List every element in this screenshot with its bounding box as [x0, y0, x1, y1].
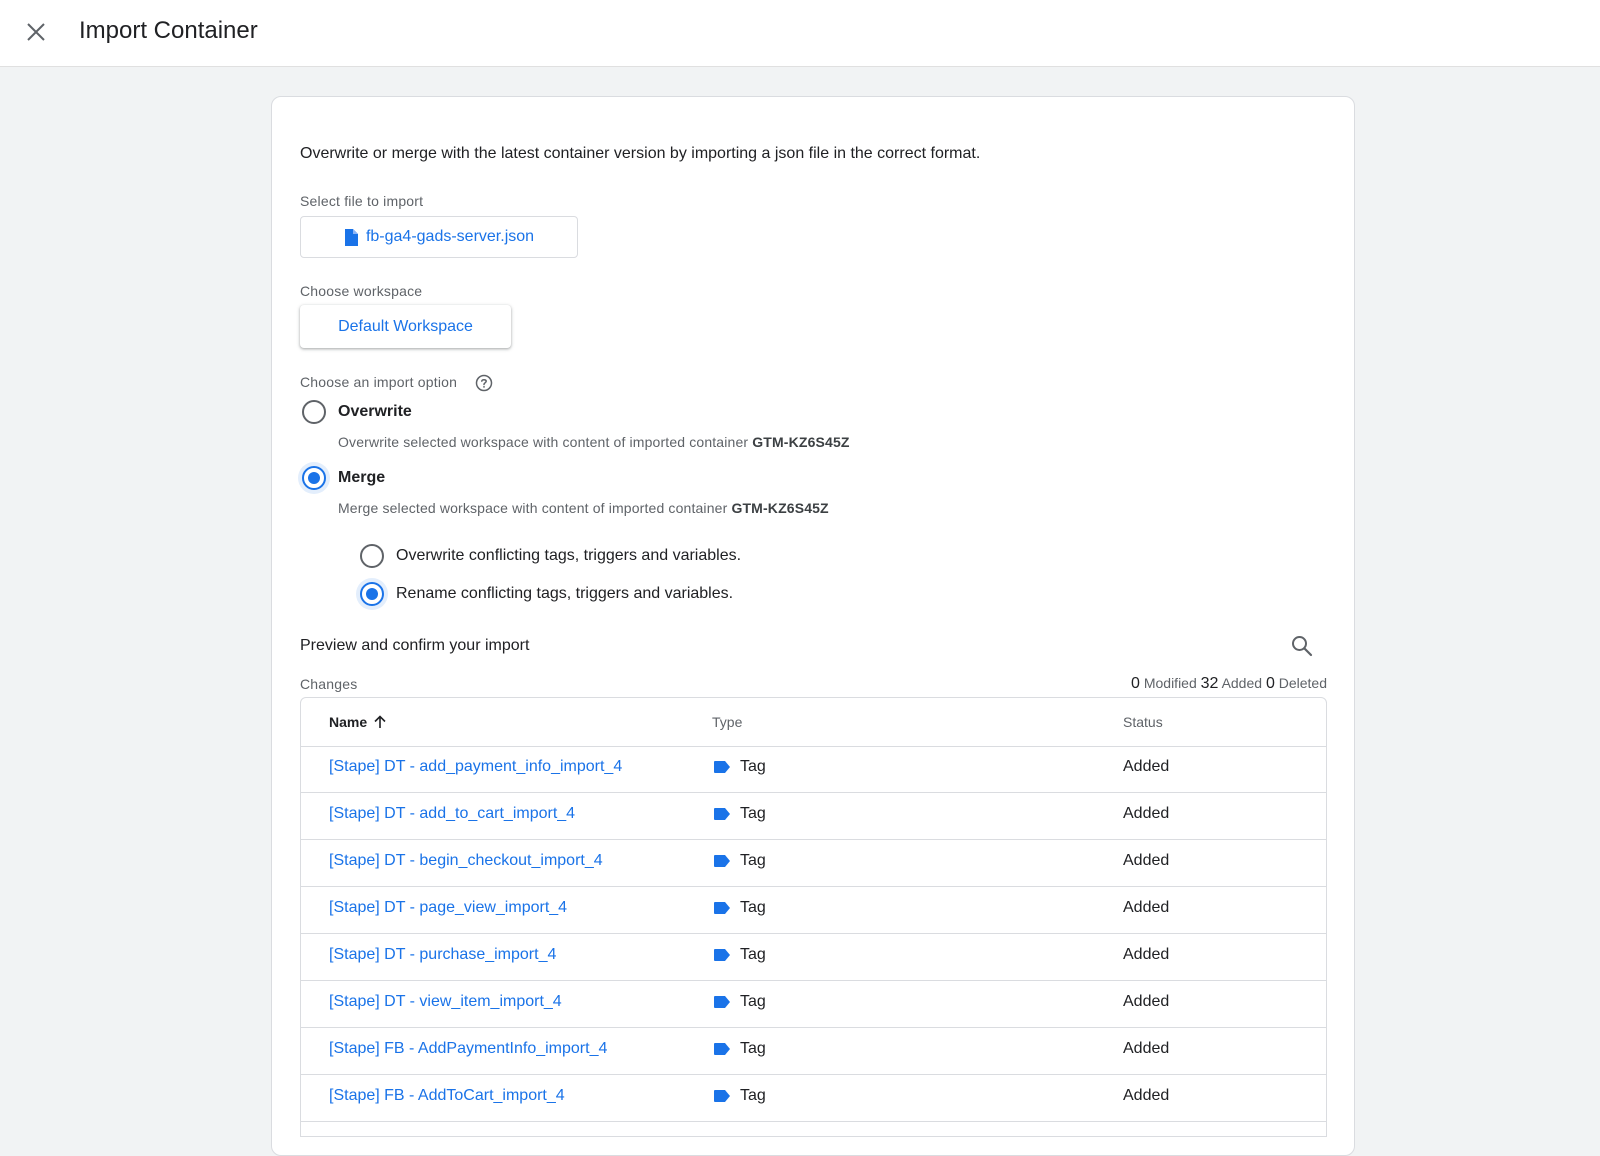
row-type-label: Tag [740, 946, 766, 963]
file-icon [344, 228, 358, 246]
tag-icon [714, 761, 730, 773]
row-name-link[interactable]: [Stape] DT - purchase_import_4 [329, 946, 556, 964]
select-file-button[interactable]: fb-ga4-gads-server.json [300, 216, 578, 258]
row-type-label: Tag [740, 993, 766, 1010]
close-icon [27, 23, 45, 41]
overwrite-radio[interactable] [302, 400, 326, 424]
file-name: fb-ga4-gads-server.json [365, 228, 535, 245]
merge-desc-text: Merge selected workspace with content of… [338, 500, 728, 516]
column-header-type: Type [712, 714, 743, 730]
row-status: Added [1123, 1040, 1170, 1057]
row-name-link[interactable]: [Stape] DT - add_payment_info_import_4 [329, 758, 622, 776]
table-row[interactable]: [Stape] DT - purchase_import_4 Tag Added [301, 934, 1326, 981]
row-status: Added [1123, 758, 1170, 775]
workspace-label: Choose workspace [300, 283, 423, 299]
row-type: Tag [714, 1087, 766, 1105]
changes-label: Changes [300, 676, 358, 692]
row-type-label: Tag [740, 758, 766, 775]
table-row[interactable]: [Stape] DT - add_to_cart_import_4 Tag Ad… [301, 793, 1326, 840]
row-status: Added [1123, 805, 1170, 822]
page-title: Import Container [79, 17, 258, 44]
modified-label: Modified [1143, 675, 1197, 691]
row-status: Added [1123, 946, 1170, 963]
tag-icon [714, 902, 730, 914]
overwrite-desc-text: Overwrite selected workspace with conten… [338, 434, 749, 450]
row-status: Added [1123, 899, 1170, 916]
rename-conflicting-radio[interactable] [360, 582, 384, 606]
top-bar: Import Container [0, 0, 1600, 67]
row-name-link[interactable]: [Stape] DT - add_to_cart_import_4 [329, 805, 575, 823]
row-type-label: Tag [740, 805, 766, 822]
arrow-up-icon [374, 715, 386, 728]
intro-text: Overwrite or merge with the latest conta… [300, 145, 981, 162]
modified-count: 0 [1131, 675, 1140, 692]
table-header: Name Type Status [301, 698, 1326, 747]
table-row[interactable]: [Stape] DT - page_view_import_4 Tag Adde… [301, 887, 1326, 934]
row-status: Added [1123, 1087, 1170, 1104]
merge-option-desc: Merge selected workspace with content of… [338, 500, 829, 516]
tag-icon [714, 996, 730, 1008]
workspace-button[interactable]: Default Workspace [300, 305, 511, 348]
tag-icon [714, 855, 730, 867]
row-type: Tag [714, 852, 766, 870]
column-header-status: Status [1123, 714, 1163, 730]
help-icon[interactable] [475, 374, 493, 392]
row-type: Tag [714, 946, 766, 964]
file-label: Select file to import [300, 193, 424, 209]
import-option-label: Choose an import option [300, 374, 458, 390]
row-status: Added [1123, 852, 1170, 869]
rename-conflicting-label: Rename conflicting tags, triggers and va… [396, 585, 734, 602]
row-name-link[interactable]: [Stape] DT - page_view_import_4 [329, 899, 567, 917]
added-count: 32 [1200, 675, 1219, 692]
close-button[interactable] [20, 16, 52, 48]
table-row[interactable]: [Stape] FB - AddPaymentInfo_import_4 Tag… [301, 1028, 1326, 1075]
merge-radio[interactable] [302, 466, 326, 490]
row-status: Added [1123, 993, 1170, 1010]
row-type-label: Tag [740, 899, 766, 916]
deleted-label: Deleted [1278, 675, 1327, 691]
table-row[interactable]: [Stape] FB - AddToCart_import_4 Tag Adde… [301, 1075, 1326, 1122]
row-type: Tag [714, 993, 766, 1011]
preview-title: Preview and confirm your import [300, 637, 530, 654]
table-row[interactable]: [Stape] DT - add_payment_info_import_4 T… [301, 746, 1326, 793]
overwrite-container-id: GTM-KZ6S45Z [752, 434, 850, 450]
overwrite-conflicting-label: Overwrite conflicting tags, triggers and… [396, 547, 742, 564]
row-type: Tag [714, 758, 766, 776]
search-icon [1292, 636, 1313, 657]
row-type-label: Tag [740, 852, 766, 869]
merge-option-title: Merge [338, 469, 386, 486]
row-name-link[interactable]: [Stape] DT - view_item_import_4 [329, 993, 562, 1011]
row-name-link[interactable]: [Stape] FB - AddToCart_import_4 [329, 1087, 565, 1105]
table-row[interactable]: [Stape] DT - begin_checkout_import_4 Tag… [301, 840, 1326, 887]
overwrite-conflicting-radio[interactable] [360, 544, 384, 568]
tag-icon [714, 1043, 730, 1055]
deleted-count: 0 [1265, 675, 1275, 692]
row-name-link[interactable]: [Stape] FB - AddPaymentInfo_import_4 [329, 1040, 607, 1058]
row-type-label: Tag [740, 1040, 766, 1057]
row-type: Tag [714, 805, 766, 823]
search-button[interactable] [1286, 630, 1318, 662]
changes-summary: 0 Modified 32 Added 0 Deleted [1131, 675, 1327, 693]
table-row[interactable]: [Stape] DT - view_item_import_4 Tag Adde… [301, 981, 1326, 1028]
overwrite-option-title: Overwrite [338, 403, 412, 420]
changes-table: Name Type Status [Stape] DT - add_paymen… [300, 697, 1327, 1137]
merge-container-id: GTM-KZ6S45Z [731, 500, 829, 516]
added-label: Added [1221, 675, 1263, 691]
overwrite-option-desc: Overwrite selected workspace with conten… [338, 434, 850, 450]
row-name-link[interactable]: [Stape] DT - begin_checkout_import_4 [329, 852, 603, 870]
tag-icon [714, 949, 730, 961]
row-type: Tag [714, 1040, 766, 1058]
tag-icon [714, 808, 730, 820]
row-type: Tag [714, 899, 766, 917]
tag-icon [714, 1090, 730, 1102]
column-name-label: Name [329, 714, 368, 730]
row-type-label: Tag [740, 1087, 766, 1104]
column-header-name[interactable]: Name [329, 714, 387, 730]
